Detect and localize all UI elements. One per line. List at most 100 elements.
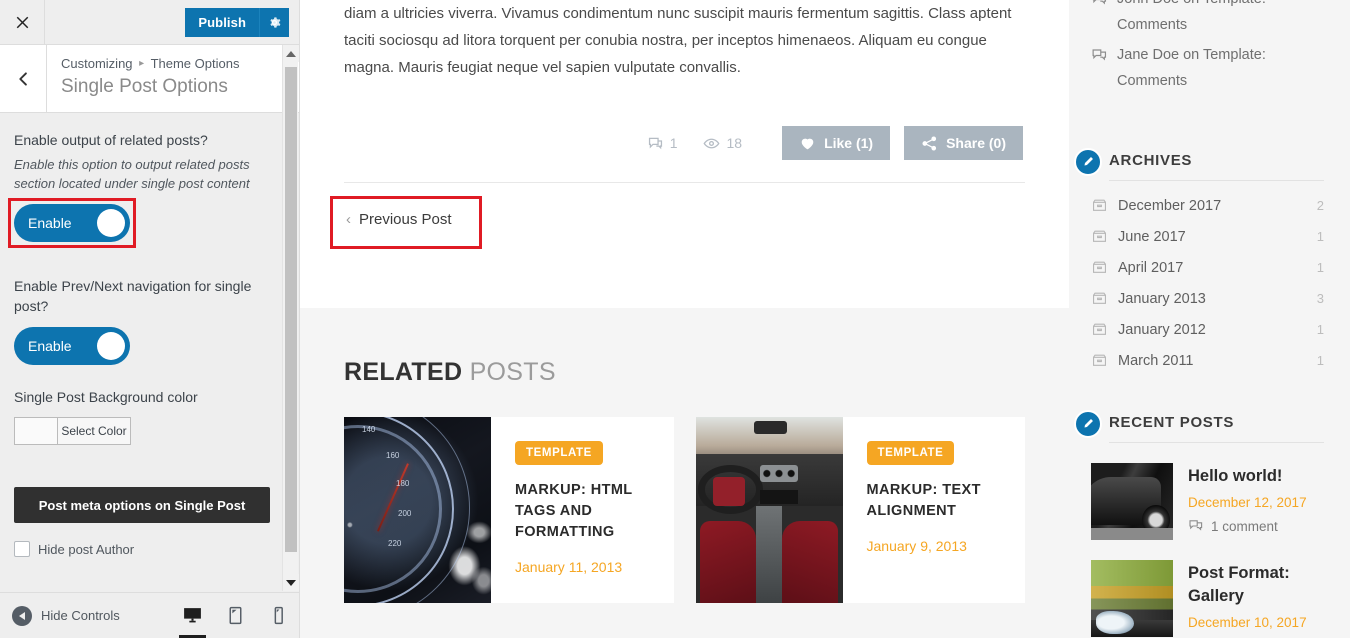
post-meta-bar: 1 18 Like (1) Share (0) xyxy=(344,126,1025,160)
edit-pencil-icon[interactable] xyxy=(1074,410,1102,438)
recent-post-title[interactable]: Hello world! xyxy=(1188,465,1307,488)
list-item[interactable]: June 2017 1 xyxy=(1091,221,1324,252)
hide-post-author-checkbox[interactable] xyxy=(14,541,30,557)
archive-count: 1 xyxy=(1316,353,1324,368)
content-divider xyxy=(344,182,1025,183)
toggle-label: Enable xyxy=(28,215,72,231)
widget-divider xyxy=(1109,180,1324,181)
related-post-info: TEMPLATE MARKUP: HTML TAGS AND FORMATTIN… xyxy=(491,417,674,603)
comment-text: Jane Doe on Template: Comments xyxy=(1117,47,1266,89)
customizer-sidebar: Publish Customizing ▸ Theme Options Sing… xyxy=(0,0,300,638)
page-title: Single Post Options xyxy=(61,76,228,97)
related-post-title[interactable]: MARKUP: TEXT ALIGNMENT xyxy=(867,480,1008,522)
breadcrumb: Customizing ▸ Theme Options xyxy=(61,55,239,73)
list-item[interactable]: December 2017 2 xyxy=(1091,190,1324,221)
recent-post-title[interactable]: Post Format: Gallery xyxy=(1188,562,1324,608)
close-icon[interactable] xyxy=(0,0,45,44)
scroll-down-icon[interactable] xyxy=(283,574,299,591)
post-meta-options-button[interactable]: Post meta options on Single Post xyxy=(14,487,270,523)
car-interior-image[interactable] xyxy=(695,417,843,603)
edit-pencil-icon[interactable] xyxy=(1074,148,1102,176)
list-item[interactable]: March 2011 1 xyxy=(1091,345,1324,376)
archive-label: April 2017 xyxy=(1118,259,1184,276)
panel-header: Customizing ▸ Theme Options Single Post … xyxy=(0,45,299,113)
collapse-icon xyxy=(12,605,32,626)
scrollbar-thumb[interactable] xyxy=(285,67,297,552)
archive-count: 1 xyxy=(1316,229,1324,244)
toggle-knob xyxy=(97,209,125,237)
gallery-photo[interactable] xyxy=(1091,560,1173,637)
control-label: Single Post Background color xyxy=(14,389,198,405)
share-label: Share (0) xyxy=(946,135,1006,151)
sidebar-scrollbar[interactable] xyxy=(282,45,299,591)
breadcrumb-root[interactable]: Customizing xyxy=(61,56,133,71)
color-swatch[interactable] xyxy=(14,417,57,445)
toggle-related-posts-wrap: Enable xyxy=(8,198,136,248)
customizer-screen: Publish Customizing ▸ Theme Options Sing… xyxy=(0,0,1350,638)
list-item[interactable]: Hello world! December 12, 2017 1 comment xyxy=(1091,463,1324,540)
recent-post-comments[interactable]: 1 comment xyxy=(1188,518,1307,534)
select-color-button[interactable]: Select Color xyxy=(57,417,131,445)
recent-comments-widget: John Doe on Template: Comments Jane Doe … xyxy=(1091,0,1324,94)
recent-post-date: December 10, 2017 xyxy=(1188,615,1307,630)
prev-post-wrap: ‹ Previous Post xyxy=(330,196,482,249)
breadcrumb-separator-icon: ▸ xyxy=(139,58,145,69)
like-button[interactable]: Like (1) xyxy=(782,126,891,160)
comment-count: 1 xyxy=(647,135,677,152)
back-button[interactable] xyxy=(0,45,47,112)
toggle-related-posts[interactable]: Enable xyxy=(14,204,130,242)
publish-button[interactable]: Publish xyxy=(185,7,259,37)
list-item[interactable]: January 2013 3 xyxy=(1091,283,1324,314)
related-post-title[interactable]: MARKUP: HTML TAGS AND FORMATTING xyxy=(515,480,656,543)
hide-controls-button[interactable]: Hide Controls xyxy=(0,605,120,626)
device-desktop-icon[interactable] xyxy=(171,593,214,638)
share-button[interactable]: Share (0) xyxy=(904,126,1023,160)
post-paragraph: diam a ultricies viverra. Vivamus condim… xyxy=(344,5,1012,76)
related-posts-grid: 140 160 180 200 220 TEMPLATE MARKUP: HTM… xyxy=(344,417,1025,603)
comment-count-label: 1 comment xyxy=(1211,518,1278,534)
device-mobile-icon[interactable] xyxy=(257,593,299,638)
archive-label: June 2017 xyxy=(1118,228,1186,245)
widget-title: ARCHIVES xyxy=(1109,152,1193,169)
control-background-color: Single Post Background color Select Colo… xyxy=(14,387,270,445)
list-item[interactable]: Jane Doe on Template: Comments xyxy=(1091,42,1324,94)
site-preview: diam a ultricies viverra. Vivamus condim… xyxy=(300,0,1350,638)
panel-titles: Customizing ▸ Theme Options Single Post … xyxy=(47,45,239,112)
comment-text: John Doe on Template: Comments xyxy=(1117,0,1266,33)
recent-post-body: Hello world! December 12, 2017 1 comment xyxy=(1188,463,1307,540)
view-count: 18 xyxy=(703,135,742,152)
previous-post-link[interactable]: ‹ Previous Post xyxy=(344,202,454,237)
chevron-left-icon: ‹ xyxy=(346,211,351,228)
color-picker[interactable]: Select Color xyxy=(14,417,131,445)
archives-list: December 2017 2 June 2017 1 April 2017 1 xyxy=(1091,190,1324,376)
widget-divider xyxy=(1109,442,1324,443)
category-badge[interactable]: TEMPLATE xyxy=(515,441,603,465)
list-item[interactable]: January 2012 1 xyxy=(1091,314,1324,345)
list-item[interactable]: April 2017 1 xyxy=(1091,252,1324,283)
related-post-card[interactable]: TEMPLATE MARKUP: TEXT ALIGNMENT January … xyxy=(695,417,1025,603)
related-post-date: January 9, 2013 xyxy=(866,538,967,554)
category-badge[interactable]: TEMPLATE xyxy=(866,441,955,465)
widget-title: RECENT POSTS xyxy=(1109,414,1235,431)
archive-label: March 2011 xyxy=(1118,352,1194,369)
recent-post-body: Post Format: Gallery December 10, 2017 xyxy=(1188,560,1324,637)
car-photo[interactable] xyxy=(1091,463,1173,540)
heading-bold: RELATED xyxy=(344,358,463,386)
recent-posts-widget: RECENT POSTS Hello world! December 12, 2… xyxy=(1074,410,1324,637)
related-post-card[interactable]: 140 160 180 200 220 TEMPLATE MARKUP: HTM… xyxy=(344,417,674,603)
speedometer-image[interactable]: 140 160 180 200 220 xyxy=(344,417,491,603)
related-post-date: January 11, 2013 xyxy=(515,559,623,575)
scroll-up-icon[interactable] xyxy=(283,45,299,62)
toggle-prev-next[interactable]: Enable xyxy=(14,327,130,365)
control-hide-post-author[interactable]: Hide post Author xyxy=(14,541,270,557)
list-item[interactable]: John Doe on Template: Comments xyxy=(1091,0,1324,38)
device-tablet-icon[interactable] xyxy=(214,593,257,638)
gear-icon[interactable] xyxy=(259,7,289,37)
widget-header: ARCHIVES xyxy=(1091,152,1324,169)
archive-count: 1 xyxy=(1316,322,1324,337)
control-label: Enable Prev/Next navigation for single p… xyxy=(14,278,252,314)
list-item[interactable]: Post Format: Gallery December 10, 2017 xyxy=(1091,560,1324,637)
breadcrumb-section[interactable]: Theme Options xyxy=(151,56,240,71)
previous-post-label: Previous Post xyxy=(359,211,452,228)
control-prev-next-nav: Enable Prev/Next navigation for single p… xyxy=(14,276,270,365)
